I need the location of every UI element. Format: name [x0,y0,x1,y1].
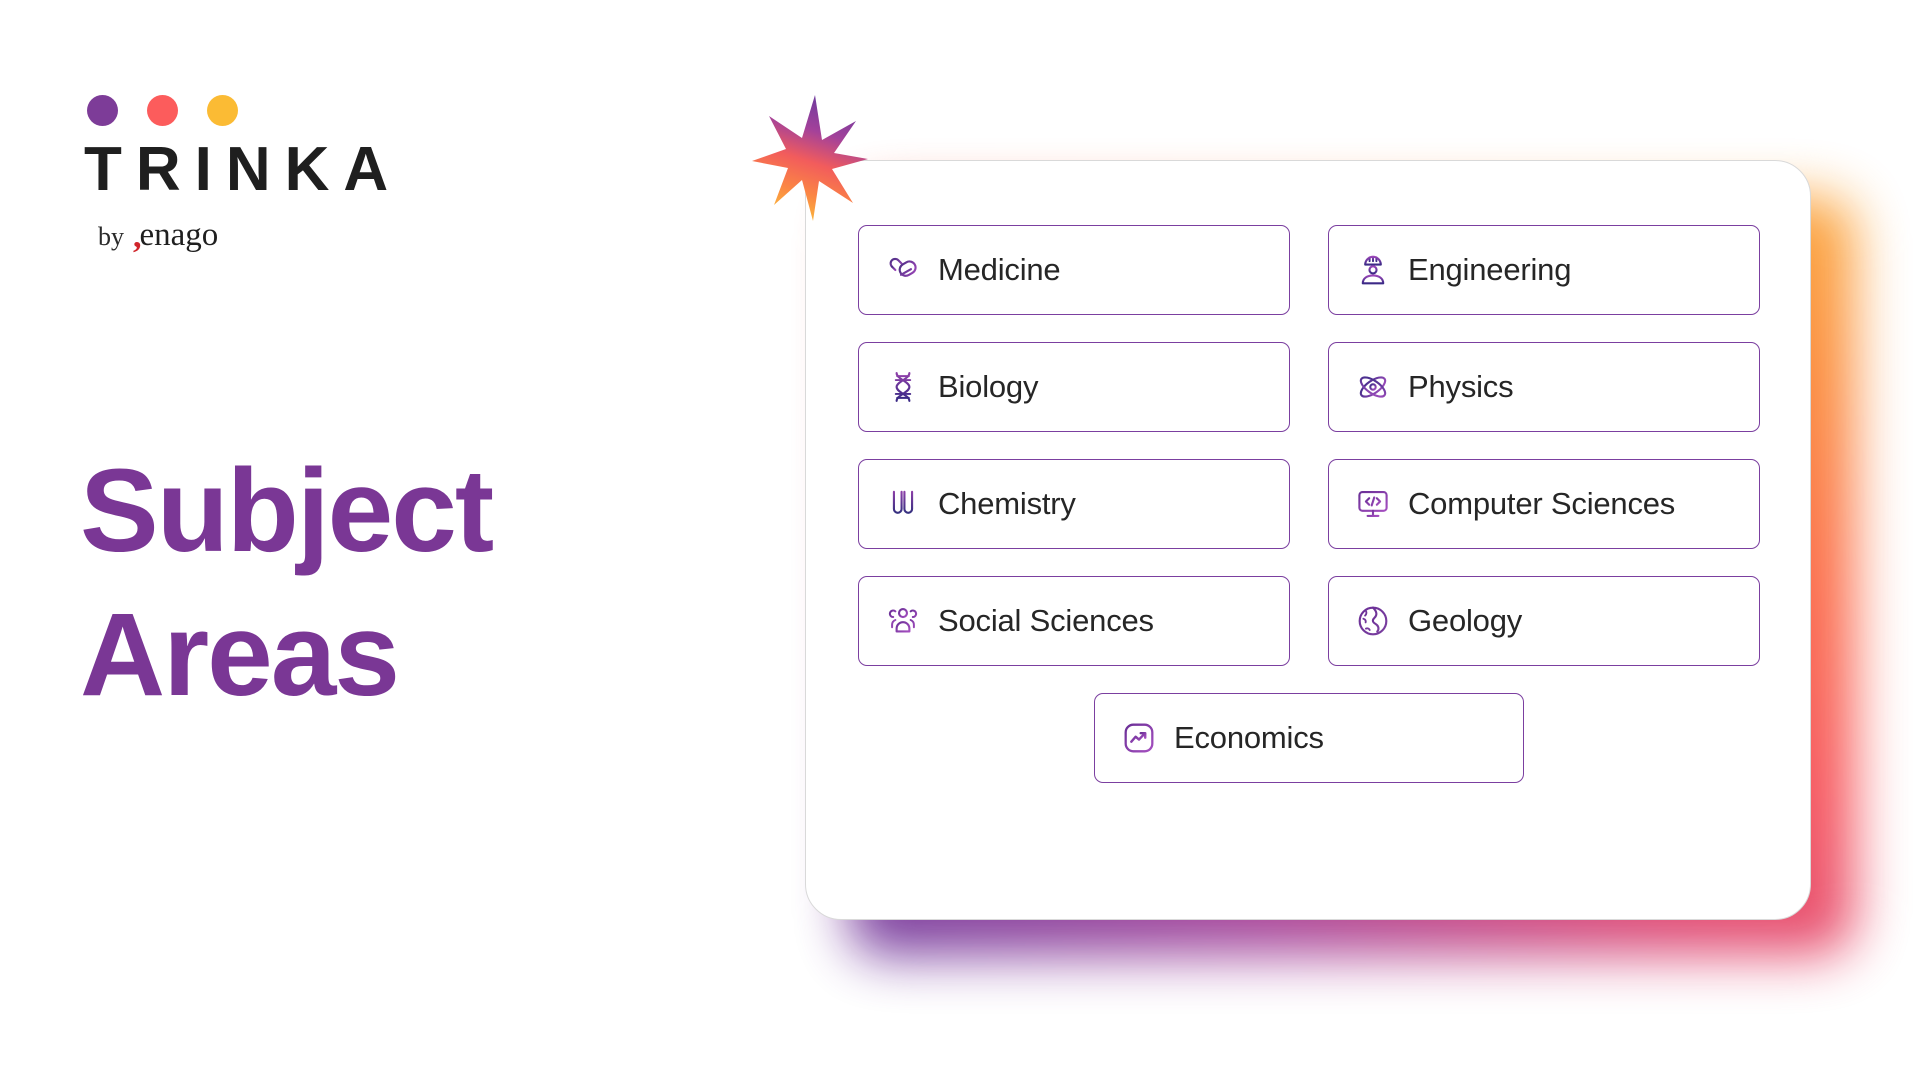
subject-panel-zone: Medicine Engineering Biology Physics Che… [752,95,1865,970]
byline-prefix: by [98,222,124,251]
subject-cards-area: Medicine Engineering Biology Physics Che… [806,161,1812,921]
subject-card-label: Physics [1408,369,1514,404]
subject-card-label: Medicine [938,252,1061,287]
subject-card-label: Biology [938,369,1039,404]
trinka-logo: TRINKA by , enago [82,95,482,254]
left-column: TRINKA by , enago Subject Areas [80,0,780,1080]
byline-company: enago [139,217,219,253]
logo-wordmark: TRINKA [84,135,403,204]
slide-root: TRINKA by , enago Subject Areas Medicine… [0,0,1920,1080]
subject-card-grid: Medicine Engineering Biology Physics Che… [858,225,1760,666]
logo-dots [87,95,482,126]
enago-comma-icon: , [133,218,141,255]
subject-card-engineering[interactable]: Engineering [1328,225,1760,315]
subject-card-medicine[interactable]: Medicine [858,225,1290,315]
logo-dot-red-icon [147,95,178,126]
test-tubes-icon [885,486,921,522]
page-title: Subject Areas [80,445,494,721]
people-group-icon [885,603,921,639]
subject-card-last-row: Economics [858,693,1760,783]
subject-card-label: Economics [1174,720,1324,755]
subject-card-social-sciences[interactable]: Social Sciences [858,576,1290,666]
pills-icon [885,252,921,288]
subject-card-label: Chemistry [938,486,1076,521]
globe-icon [1355,603,1391,639]
subject-card-label: Engineering [1408,252,1572,287]
logo-byline: by , enago [98,217,482,254]
dna-helix-icon [885,369,921,405]
subject-card-biology[interactable]: Biology [858,342,1290,432]
subject-card-chemistry[interactable]: Chemistry [858,459,1290,549]
atom-icon [1355,369,1391,405]
trend-up-chart-icon [1121,720,1157,756]
subject-card-computer-sciences[interactable]: Computer Sciences [1328,459,1760,549]
subject-card-geology[interactable]: Geology [1328,576,1760,666]
subject-card-economics[interactable]: Economics [1094,693,1524,783]
subject-card-label: Computer Sciences [1408,486,1676,521]
logo-dot-yellow-icon [207,95,238,126]
subject-card-label: Geology [1408,603,1523,638]
monitor-code-icon [1355,486,1391,522]
enago-logo: , enago [133,217,218,254]
hard-hat-worker-icon [1355,252,1391,288]
subject-card-label: Social Sciences [938,603,1154,638]
subject-card-physics[interactable]: Physics [1328,342,1760,432]
subject-panel-card: Medicine Engineering Biology Physics Che… [805,160,1811,920]
logo-dot-purple-icon [87,95,118,126]
eight-point-star-burst-icon [752,95,868,221]
